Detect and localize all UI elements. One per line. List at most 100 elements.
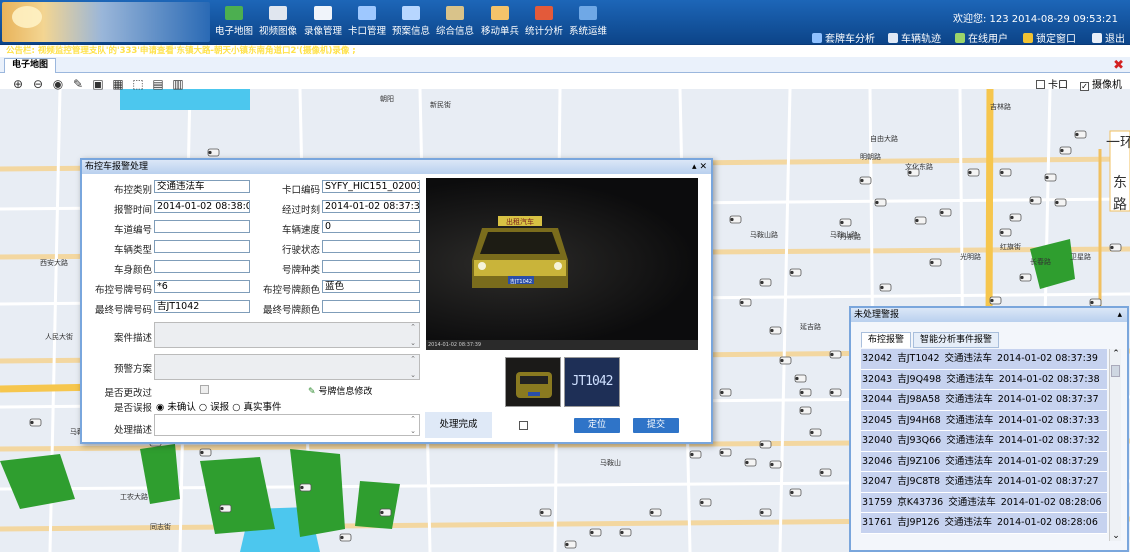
zoom-out-icon[interactable]: ⊖ [30,76,46,92]
alert-row[interactable]: 31761 吉J9P126 交通违法车 2014-01-02 08:28:06 [861,513,1107,534]
submit-button[interactable]: 提交 [633,418,679,433]
alert-row[interactable]: 32045 吉J94H68 交通违法车 2014-01-02 08:37:33 [861,410,1107,431]
control-plate-color-field[interactable]: 蓝色 [322,280,420,293]
camera-marker-icon[interactable] [649,508,662,517]
nav-camera-button[interactable]: 视频图像 [256,6,300,42]
alert-row[interactable]: 31759 京K43736 交通违法车 2014-01-02 08:28:06 [861,492,1107,513]
camera-marker-icon[interactable] [699,498,712,507]
camera-marker-icon[interactable] [1029,196,1042,205]
camera-marker-icon[interactable] [769,326,782,335]
tab-control-alarm[interactable]: 布控报警 [861,332,912,348]
camera-marker-icon[interactable] [619,528,632,537]
camera-marker-icon[interactable] [29,418,42,427]
camera-marker-icon[interactable] [799,406,812,415]
handle-desc-textarea[interactable]: ⌃ ⌄ [154,414,420,436]
building-icon[interactable]: ▦ [110,76,126,92]
control-type-field[interactable]: 交通违法车 [154,180,250,193]
case-desc-textarea[interactable]: ⌃ ⌄ [154,322,420,348]
vehicle-track-button[interactable]: 车辆轨迹 [888,30,941,45]
camera-marker-icon[interactable] [719,448,732,457]
camera-marker-icon[interactable] [744,458,757,467]
camera-marker-icon[interactable] [1054,198,1067,207]
plate-edit-link[interactable]: ✎ 号牌信息修改 [308,384,372,397]
collapse-icon[interactable]: ▴ [1117,308,1122,322]
checkpoint-layer-toggle[interactable]: 卡口 [1036,76,1068,91]
camera-marker-icon[interactable] [907,168,920,177]
camera-marker-icon[interactable] [809,428,822,437]
lock-window-button[interactable]: 锁定窗口 [1023,30,1076,45]
control-plate-field[interactable]: *6 [154,280,250,293]
close-tab-icon[interactable]: ✖ [1113,59,1124,72]
camera-marker-icon[interactable] [839,218,852,227]
camera-marker-icon[interactable] [999,168,1012,177]
nav-map-button[interactable]: 电子地图 [212,6,256,42]
nav-gate-button[interactable]: 卡口管理 [345,6,389,42]
camera-marker-icon[interactable] [739,298,752,307]
camera-marker-icon[interactable] [589,528,602,537]
vehicle-thumbnail[interactable] [505,357,561,407]
camera-marker-icon[interactable] [929,258,942,267]
scroll-up-icon[interactable]: ⌃ [408,323,418,331]
logout-button[interactable]: 退出 [1092,30,1125,45]
capture-photo[interactable]: 出租汽车 吉JT1042 2014-01-02 08:37:39 [426,178,698,350]
alert-row[interactable]: 32042 吉JT1042 交通违法车 2014-01-02 08:37:39 [861,349,1107,370]
camera-marker-icon[interactable] [759,440,772,449]
collapse-icon[interactable]: ▴ [692,162,697,172]
camera-marker-icon[interactable] [719,388,732,397]
full-extent-icon[interactable]: ◉ [50,76,66,92]
close-dialog-icon[interactable]: ✕ [699,162,707,172]
zoom-in-icon[interactable]: ⊕ [10,76,26,92]
nav-plan-button[interactable]: 预案信息 [389,6,433,42]
alert-row[interactable]: 32044 吉J98A58 交通违法车 2014-01-02 08:37:37 [861,390,1107,411]
scroll-up-icon[interactable]: ⌃ [1110,349,1122,359]
scroll-up-icon[interactable]: ⌃ [408,415,418,423]
radio-misreport[interactable]: ○ 误报 [199,402,229,413]
camera-marker-icon[interactable] [729,215,742,224]
nav-disc-button[interactable]: 录像管理 [301,6,345,42]
tab-smart-analysis-alarm[interactable]: 智能分析事件报警 [913,332,1000,348]
camera-marker-icon[interactable] [829,388,842,397]
camera-marker-icon[interactable] [299,483,312,492]
nav-chart-button[interactable]: 统计分析 [522,6,566,42]
gate-code-field[interactable]: SYFY_HIC151_02003 [322,180,420,193]
camera-marker-icon[interactable] [819,468,832,477]
camera-marker-icon[interactable] [1059,146,1072,155]
alert-row[interactable]: 32040 吉J93Q66 交通违法车 2014-01-02 08:37:32 [861,431,1107,452]
nav-info-button[interactable]: 综合信息 [433,6,477,42]
alert-scrollbar[interactable]: ⌃ ⌄ [1109,349,1121,541]
camera-marker-icon[interactable] [989,296,1002,305]
camera-marker-icon[interactable] [1044,173,1057,182]
scroll-up-icon[interactable]: ⌃ [408,355,418,363]
plate-thumbnail[interactable]: JT1042 [564,357,620,407]
camera-marker-icon[interactable] [914,216,927,225]
corrected-checkbox[interactable] [200,385,209,394]
camera-marker-icon[interactable] [207,148,220,157]
camera-marker-icon[interactable] [789,268,802,277]
camera-layer-toggle[interactable]: ✓ 摄像机 [1080,76,1122,91]
body-color-field[interactable] [154,260,250,273]
camera-marker-icon[interactable] [1019,273,1032,282]
nav-officer-button[interactable]: 移动单兵 [478,6,522,42]
handle-done-checkbox[interactable] [519,421,528,430]
camera-marker-icon[interactable] [1009,213,1022,222]
camera-marker-icon[interactable] [879,283,892,292]
camera-marker-icon[interactable] [999,228,1012,237]
camera-marker-icon[interactable] [789,488,802,497]
camera-marker-icon[interactable] [564,540,577,549]
nav-monitor-button[interactable]: 系统运维 [566,6,610,42]
lane-field[interactable] [154,220,250,233]
camera-marker-icon[interactable] [689,450,702,459]
alert-row[interactable]: 32043 吉J9Q498 交通违法车 2014-01-02 08:37:38 [861,369,1107,390]
camera-marker-icon[interactable] [1074,130,1087,139]
layer-icon[interactable]: ▤ [150,76,166,92]
car-analysis-button[interactable]: 套牌车分析 [812,30,875,45]
camera-marker-icon[interactable] [1109,243,1122,252]
alarm-time-field[interactable]: 2014-01-02 08:38:08 [154,200,250,213]
camera-marker-icon[interactable] [779,356,792,365]
camera-marker-icon[interactable] [939,208,952,217]
camera-marker-icon[interactable] [874,198,887,207]
pass-time-field[interactable]: 2014-01-02 08:37:39 [322,200,420,213]
tab-electronic-map[interactable]: 电子地图 [4,58,56,73]
camera-marker-icon[interactable] [769,460,782,469]
scroll-down-icon[interactable]: ⌄ [408,339,418,347]
